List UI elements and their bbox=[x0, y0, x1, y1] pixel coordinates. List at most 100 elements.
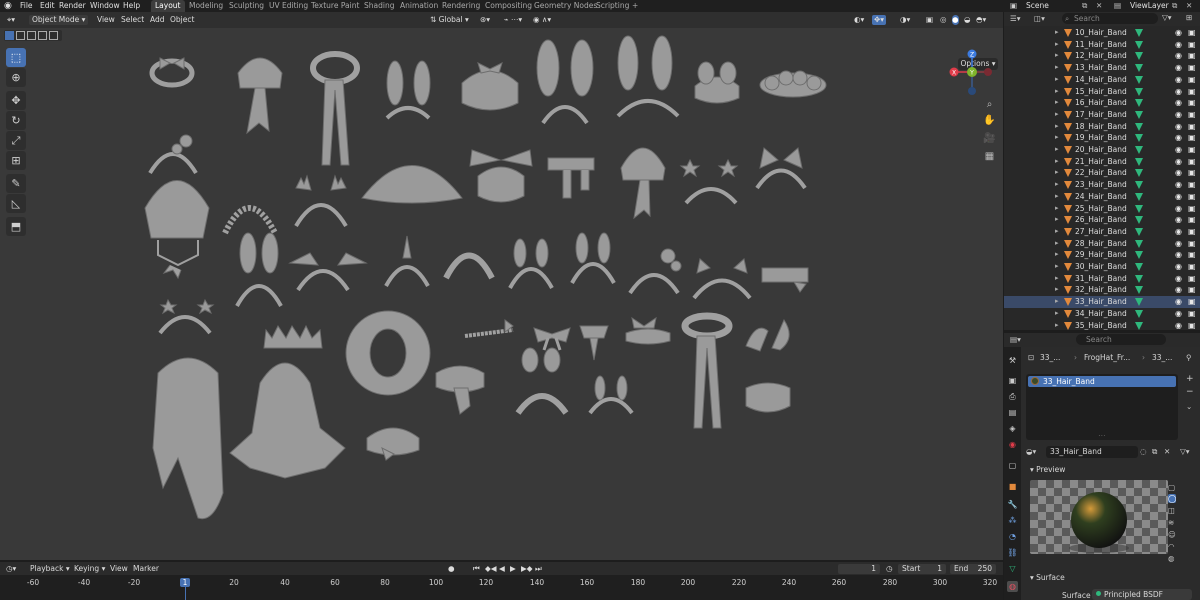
outliner-row[interactable]: ▸ 18_Hair_Band ◉ ▣ bbox=[1004, 121, 1200, 133]
outliner-row[interactable]: ▸ 16_Hair_Band ◉ ▣ bbox=[1004, 97, 1200, 109]
expand-chevron-icon[interactable]: ▸ bbox=[1055, 97, 1059, 109]
mesh-data-icon[interactable] bbox=[1135, 309, 1143, 318]
eye-icon[interactable]: ◉ bbox=[1175, 39, 1182, 51]
outliner-item-label[interactable]: 22_Hair_Band bbox=[1075, 167, 1127, 179]
outliner-row[interactable]: ▸ 35_Hair_Band ◉ ▣ bbox=[1004, 320, 1200, 331]
outliner-item-label[interactable]: 10_Hair_Band bbox=[1075, 27, 1127, 39]
expand-chevron-icon[interactable]: ▸ bbox=[1055, 121, 1059, 133]
expand-chevron-icon[interactable]: ▸ bbox=[1055, 238, 1059, 250]
slot-specials-icon[interactable]: ⌄ bbox=[1186, 402, 1192, 411]
mesh-data-icon[interactable] bbox=[1135, 122, 1143, 131]
view-layer-new-icon[interactable]: ⧉ bbox=[1172, 1, 1177, 11]
scene-delete-icon[interactable]: ✕ bbox=[1096, 1, 1102, 11]
outliner-item-label[interactable]: 19_Hair_Band bbox=[1075, 132, 1127, 144]
mesh-data-icon[interactable] bbox=[1135, 146, 1143, 154]
outliner-row[interactable]: ▸ 34_Hair_Band ◉ ▣ bbox=[1004, 308, 1200, 320]
expand-chevron-icon[interactable]: ▸ bbox=[1055, 86, 1059, 98]
viewport-menu-select[interactable]: Select bbox=[121, 15, 144, 25]
camera-render-icon[interactable]: ▣ bbox=[1188, 261, 1196, 273]
timeline-menu-keying[interactable]: Keying ▾ bbox=[74, 564, 105, 574]
view-layer-delete-icon[interactable]: ✕ bbox=[1186, 1, 1192, 11]
menu-help[interactable]: Help bbox=[123, 1, 140, 11]
eye-icon[interactable]: ◉ bbox=[1175, 86, 1182, 98]
data-tab-icon[interactable]: ▽ bbox=[1007, 563, 1018, 574]
shading-material-icon[interactable]: ◒ bbox=[964, 15, 971, 25]
add-slot-button[interactable]: + bbox=[1186, 374, 1194, 384]
timeline-ruler[interactable]: -60 -40 -20 1 20 40 60 80 100 120 140 16… bbox=[0, 575, 1003, 600]
3d-viewport[interactable]: ⬚ ⊕ ✥ ↻ ⤢ ⊞ ✎ ◺ ⬒ Options ▾ Z X Y ⌕ ✋ 🎥 … bbox=[0, 28, 1003, 560]
camera-render-icon[interactable]: ▣ bbox=[1188, 273, 1196, 285]
outliner-item-label[interactable]: 24_Hair_Band bbox=[1075, 191, 1127, 203]
filter-icon[interactable]: ▽▾ bbox=[1162, 13, 1172, 22]
expand-chevron-icon[interactable]: ▸ bbox=[1055, 273, 1059, 285]
camera-render-icon[interactable]: ▣ bbox=[1188, 249, 1196, 261]
outliner-item-label[interactable]: 31_Hair_Band bbox=[1075, 273, 1127, 285]
eye-icon[interactable]: ◉ bbox=[1175, 226, 1182, 238]
list-resize-handle-icon[interactable]: ⋯ bbox=[1098, 431, 1106, 440]
auto-keying-icon[interactable]: ● bbox=[448, 564, 455, 574]
expand-chevron-icon[interactable]: ▸ bbox=[1055, 74, 1059, 86]
viewport-menu-object[interactable]: Object bbox=[170, 15, 194, 25]
camera-render-icon[interactable]: ▣ bbox=[1188, 238, 1196, 250]
timeline-menu-marker[interactable]: Marker bbox=[133, 564, 159, 574]
outliner-row[interactable]: ▸ 30_Hair_Band ◉ ▣ bbox=[1004, 261, 1200, 273]
mesh-data-icon[interactable] bbox=[1135, 99, 1143, 108]
viewport-menu-view[interactable]: View bbox=[97, 15, 115, 25]
outliner-row[interactable]: ▸ 26_Hair_Band ◉ ▣ bbox=[1004, 214, 1200, 226]
outliner-item-label[interactable]: 35_Hair_Band bbox=[1075, 320, 1127, 331]
mesh-data-icon[interactable] bbox=[1135, 227, 1143, 236]
preview-panel-header[interactable]: ▾ Preview bbox=[1026, 464, 1178, 476]
expand-chevron-icon[interactable]: ▸ bbox=[1055, 109, 1059, 121]
preview-world-icon[interactable]: ◍ bbox=[1168, 554, 1175, 563]
timeline-editor-icon[interactable]: ◷▾ bbox=[6, 564, 16, 574]
outliner-row[interactable]: ▸ 21_Hair_Band ◉ ▣ bbox=[1004, 156, 1200, 168]
scene-tab-icon[interactable]: ◈ bbox=[1007, 423, 1018, 434]
outliner-item-label[interactable]: 21_Hair_Band bbox=[1075, 156, 1127, 168]
expand-chevron-icon[interactable]: ▸ bbox=[1055, 62, 1059, 74]
expand-chevron-icon[interactable]: ▸ bbox=[1055, 179, 1059, 191]
xray-icon[interactable]: ▣ bbox=[926, 15, 933, 25]
breadcrumb-object[interactable]: 33_... bbox=[1040, 353, 1060, 362]
mesh-data-icon[interactable] bbox=[1135, 239, 1143, 248]
preview-sphere-icon[interactable]: ◯ bbox=[1168, 494, 1177, 503]
world-tab-icon[interactable]: ◉ bbox=[1007, 439, 1018, 450]
end-frame-field[interactable]: End 250 bbox=[950, 564, 996, 574]
outliner-item-label[interactable]: 30_Hair_Band bbox=[1075, 261, 1127, 273]
preview-shape-selector[interactable]: ▢ ◯ ◫ ≋ ☺ ◠ ◍ bbox=[1168, 483, 1178, 563]
outliner-item-label[interactable]: 11_Hair_Band bbox=[1075, 39, 1127, 51]
eye-icon[interactable]: ◉ bbox=[1175, 74, 1182, 86]
eye-icon[interactable]: ◉ bbox=[1175, 97, 1182, 109]
tab-rendering[interactable]: Rendering bbox=[438, 0, 484, 12]
outliner-row[interactable]: ▸ 24_Hair_Band ◉ ▣ bbox=[1004, 191, 1200, 203]
eye-icon[interactable]: ◉ bbox=[1175, 167, 1182, 179]
mesh-data-icon[interactable] bbox=[1135, 75, 1143, 84]
eye-icon[interactable]: ◉ bbox=[1175, 50, 1182, 62]
preview-cube-icon[interactable]: ◫ bbox=[1168, 506, 1175, 515]
expand-chevron-icon[interactable]: ▸ bbox=[1055, 27, 1059, 39]
mesh-data-icon[interactable] bbox=[1135, 204, 1143, 213]
physics-tab-icon[interactable]: ◔ bbox=[1007, 531, 1018, 542]
tab-texture-paint[interactable]: Texture Paint bbox=[307, 0, 363, 12]
expand-chevron-icon[interactable]: ▸ bbox=[1055, 132, 1059, 144]
expand-chevron-icon[interactable]: ▸ bbox=[1055, 320, 1059, 331]
outliner-tree[interactable]: ▸ 10_Hair_Band ◉ ▣ ▸ 11_Hair_Band ◉ ▣ ▸ 12_Hair_B… bbox=[1004, 26, 1200, 330]
timeline-menu-playback[interactable]: Playback ▾ bbox=[30, 564, 70, 574]
collection-tab-icon[interactable]: ▢ bbox=[1007, 460, 1018, 471]
proportional-edit-icon[interactable]: ◉ ∧▾ bbox=[533, 15, 551, 25]
tab-shading[interactable]: Shading bbox=[360, 0, 398, 12]
outliner-row[interactable]: ▸ 31_Hair_Band ◉ ▣ bbox=[1004, 273, 1200, 285]
camera-render-icon[interactable]: ▣ bbox=[1188, 50, 1196, 62]
tab-sculpting[interactable]: Sculpting bbox=[225, 0, 268, 12]
material-browse-icon[interactable]: ◒▾ bbox=[1026, 447, 1036, 456]
outliner-item-label[interactable]: 32_Hair_Band bbox=[1075, 284, 1127, 296]
properties-editor-icon[interactable]: ▤▾ bbox=[1010, 335, 1021, 344]
mesh-data-icon[interactable] bbox=[1135, 181, 1143, 190]
blender-logo-icon[interactable]: ◉ bbox=[4, 1, 12, 11]
camera-render-icon[interactable]: ▣ bbox=[1188, 97, 1196, 109]
camera-render-icon[interactable]: ▣ bbox=[1188, 179, 1196, 191]
expand-chevron-icon[interactable]: ▸ bbox=[1055, 144, 1059, 156]
eye-icon[interactable]: ◉ bbox=[1175, 144, 1182, 156]
menu-edit[interactable]: Edit bbox=[40, 1, 55, 11]
mesh-data-icon[interactable] bbox=[1135, 274, 1143, 283]
outliner-row[interactable]: ▸ 12_Hair_Band ◉ ▣ bbox=[1004, 50, 1200, 62]
